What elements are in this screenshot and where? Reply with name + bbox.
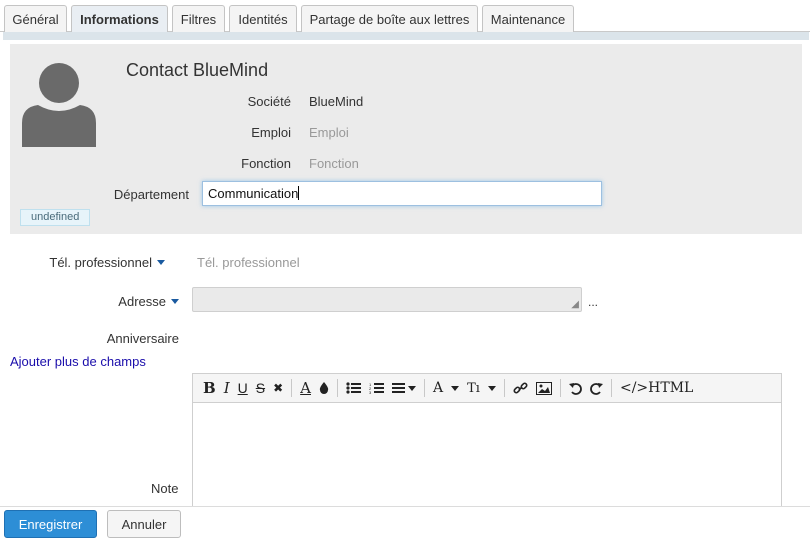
fill-color-icon[interactable] bbox=[315, 377, 333, 399]
adresse-input[interactable]: ◢ bbox=[192, 287, 582, 312]
tel-input[interactable]: Tél. professionnel bbox=[197, 255, 300, 270]
save-button[interactable]: Enregistrer bbox=[4, 510, 97, 538]
svg-text:3: 3 bbox=[369, 390, 372, 394]
emploi-field[interactable]: Emploi bbox=[309, 125, 349, 140]
adresse-label[interactable]: Adresse bbox=[118, 294, 179, 309]
tab-bar: Général Informations Filtres Identités P… bbox=[0, 0, 810, 33]
toolbar-separator bbox=[337, 379, 338, 397]
cancel-button[interactable]: Annuler bbox=[107, 510, 181, 538]
tel-label[interactable]: Tél. professionnel bbox=[49, 255, 165, 270]
toolbar-separator bbox=[503, 379, 505, 397]
tab-general[interactable]: Général bbox=[4, 5, 67, 32]
font-color-button[interactable]: A bbox=[296, 377, 315, 399]
departement-input[interactable]: Communication bbox=[202, 181, 602, 206]
underline-button[interactable]: U bbox=[234, 377, 252, 399]
contact-header: undefined Contact BlueMind Société BlueM… bbox=[10, 44, 802, 234]
undo-icon[interactable] bbox=[565, 377, 586, 399]
bullet-list-icon[interactable] bbox=[342, 377, 365, 399]
departement-label: Département bbox=[113, 187, 189, 202]
font-size-dropdown[interactable]: Tı bbox=[463, 377, 500, 399]
numbered-list-icon[interactable]: 123 bbox=[365, 377, 388, 399]
tab-stripe bbox=[3, 32, 809, 40]
toolbar-separator bbox=[559, 379, 561, 397]
clear-format-button[interactable]: ✖ bbox=[269, 377, 287, 399]
tab-identites[interactable]: Identités bbox=[229, 5, 297, 32]
footer-bar: Enregistrer Annuler bbox=[0, 506, 810, 538]
add-fields-link[interactable]: Ajouter plus de champs bbox=[10, 354, 146, 369]
bold-button[interactable]: B bbox=[199, 377, 220, 399]
image-icon[interactable] bbox=[532, 377, 556, 399]
font-family-dropdown[interactable]: A bbox=[429, 377, 463, 399]
tab-filtres[interactable]: Filtres bbox=[172, 5, 225, 32]
html-source-button[interactable]: </>HTML bbox=[616, 377, 697, 399]
redo-icon[interactable] bbox=[586, 377, 607, 399]
chevron-down-icon bbox=[171, 299, 179, 304]
chevron-down-icon bbox=[157, 260, 165, 265]
avatar-icon[interactable] bbox=[20, 61, 98, 147]
note-editor[interactable] bbox=[192, 403, 782, 513]
chevron-down-icon bbox=[451, 385, 460, 391]
chevron-down-icon bbox=[487, 385, 496, 391]
tab-partage[interactable]: Partage de boîte aux lettres bbox=[301, 5, 478, 32]
tab-maintenance[interactable]: Maintenance bbox=[482, 5, 574, 32]
societe-label: Société bbox=[247, 94, 291, 109]
editor-toolbar: B I U S ✖ A 123 A Tı </>HTML bbox=[192, 373, 782, 403]
status-badge: undefined bbox=[20, 209, 91, 226]
link-icon[interactable] bbox=[509, 377, 532, 399]
note-label: Note bbox=[151, 481, 179, 496]
adresse-more-button[interactable]: ... bbox=[588, 295, 598, 309]
toolbar-separator bbox=[291, 379, 293, 397]
strikethrough-button[interactable]: S bbox=[252, 377, 269, 399]
anniversaire-label: Anniversaire bbox=[106, 331, 179, 346]
chevron-down-icon bbox=[408, 385, 416, 391]
toolbar-separator bbox=[610, 379, 612, 397]
societe-value[interactable]: BlueMind bbox=[309, 94, 363, 109]
italic-button[interactable]: I bbox=[220, 377, 234, 399]
resize-handle-icon[interactable]: ◢ bbox=[571, 300, 579, 310]
toolbar-separator bbox=[424, 379, 425, 397]
align-dropdown[interactable] bbox=[388, 377, 420, 399]
fonction-label: Fonction bbox=[241, 156, 291, 171]
page-title: Contact BlueMind bbox=[126, 60, 269, 80]
fonction-field[interactable]: Fonction bbox=[309, 156, 359, 171]
tab-informations[interactable]: Informations bbox=[71, 5, 168, 33]
emploi-label: Emploi bbox=[251, 125, 291, 140]
